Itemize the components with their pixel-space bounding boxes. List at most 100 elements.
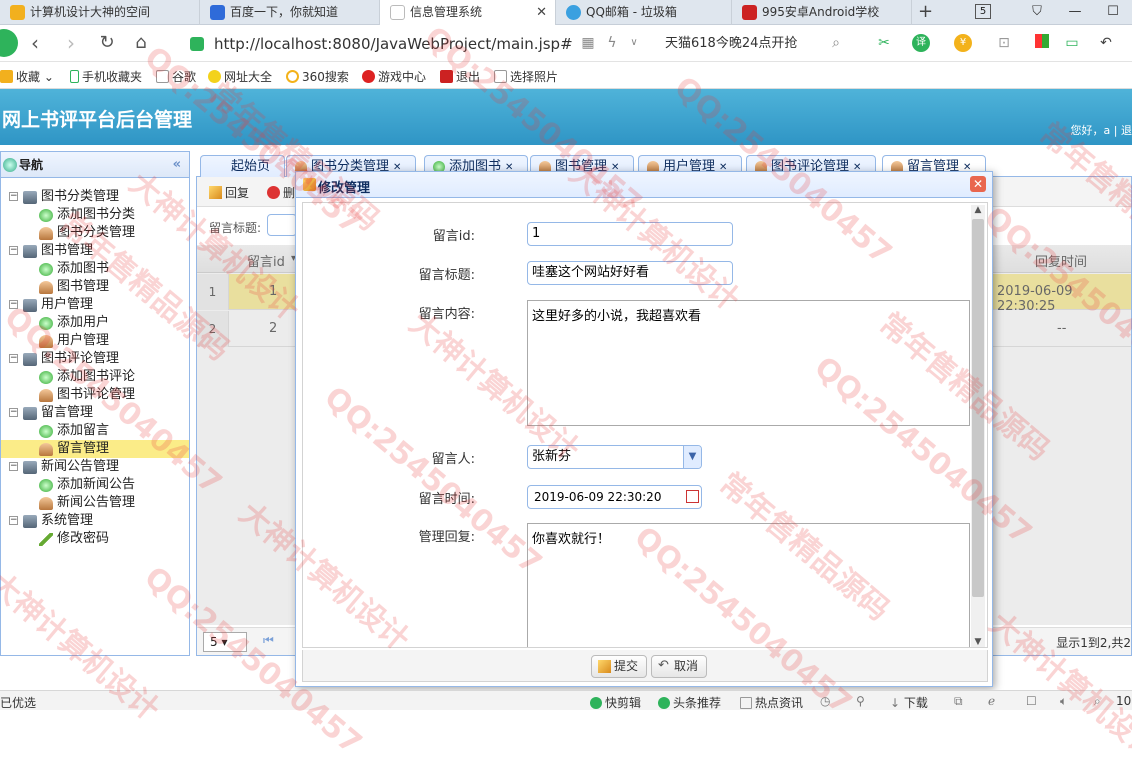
tab-count-badge[interactable]: 5 [975,4,991,19]
submit-button[interactable]: 提交 [591,655,648,678]
nav-tree-item[interactable]: 图书分类管理 [1,224,189,242]
browser-tab-1[interactable]: 计算机设计大神的空间 [0,0,200,25]
search-title-input[interactable] [267,214,297,236]
status-download[interactable]: ↓ 下载 [890,694,928,711]
dropdown-icon[interactable]: ∨ [624,34,644,52]
reply-button[interactable]: 回复 [209,184,249,201]
bookmark-hao[interactable]: 网址大全 [208,68,272,85]
window-icon[interactable]: ☐ [1026,694,1037,708]
nav-tree-item[interactable]: 添加图书评论 [1,368,189,386]
bookmark-exit[interactable]: 退出 [440,68,480,85]
home-icon[interactable]: ⌂ [128,31,154,55]
bookmark-games[interactable]: 游戏中心 [362,68,426,85]
browser-tab-active[interactable]: 信息管理系统 ✕ [380,0,556,26]
battery-icon[interactable]: ▭ [1062,34,1082,52]
search-icon[interactable]: ⌕ [826,34,846,52]
translate-icon[interactable]: 译 [912,34,930,52]
bookmark-favorites[interactable]: 收藏 ⌄ [0,68,54,85]
nav-tree-item[interactable]: − 图书评论管理 [1,350,189,368]
nav-tree-label: 图书评论管理 [57,387,136,402]
bookmark-360[interactable]: 360搜索 [286,68,349,85]
message-person-select[interactable]: 张新芬 ▼ [527,445,702,469]
browser-tab-2[interactable]: 百度一下，你就知道 [200,0,380,25]
message-id-field[interactable]: 1 [527,222,733,246]
bookmark-mobile[interactable]: 手机收藏夹 [70,68,142,85]
apps-icon[interactable] [1032,34,1052,52]
coin-icon[interactable]: ¥ [954,34,972,52]
qr-icon[interactable]: ▦ [578,34,598,52]
cancel-button[interactable]: ↶ 取消 [651,655,708,678]
nav-tree-item[interactable]: 用户管理 [1,332,189,350]
speed-icon[interactable]: ◷ [820,694,830,708]
nav-tree-item[interactable]: − 图书管理 [1,242,189,260]
scroll-up-icon[interactable]: ▲ [971,205,985,215]
collapse-tree-icon[interactable]: − [9,300,18,309]
dialog-scrollbar[interactable]: ▲ ▼ [971,205,985,647]
undo-icon[interactable]: ↶ [1096,34,1116,52]
tab-home[interactable]: 起始页 [200,155,286,178]
scissors-icon[interactable]: ✂ [874,34,894,52]
chevron-down-icon[interactable]: ▼ [683,446,701,468]
flash-icon[interactable]: ϟ [602,34,622,52]
tab-close-icon[interactable]: ✕ [536,0,547,25]
collapse-tree-icon[interactable]: − [9,408,18,417]
maximize-icon[interactable]: ☐ [1094,0,1132,25]
status-headlines[interactable]: 头条推荐 [658,694,721,711]
message-content-textarea[interactable]: 这里好多的小说，我超喜欢看 [527,300,970,426]
status-quick-clip[interactable]: 快剪辑 [590,694,641,711]
browser-tab-4[interactable]: QQ邮箱 - 垃圾箱 [556,0,732,25]
forward-icon[interactable]: › [58,31,84,55]
page-size-select[interactable]: 5 ▾ [203,632,247,652]
nav-tree-item[interactable]: − 新闻公告管理 [1,458,189,476]
search-promo-text[interactable]: 天猫618今晚24点开抢 [665,32,845,56]
star-icon [0,70,13,83]
collapse-tree-icon[interactable]: − [9,246,18,255]
ie-icon[interactable]: ℯ [988,694,995,708]
nav-tree-item[interactable]: 添加图书分类 [1,206,189,224]
zoom-icon[interactable]: ⌕ [1094,694,1101,709]
minimize-icon[interactable]: — [1056,0,1094,25]
collapse-icon[interactable]: « [173,152,181,178]
new-tab-button[interactable]: + [918,0,933,24]
zoom-level[interactable]: 10 [1116,694,1131,708]
nav-tree-item[interactable]: − 系统管理 [1,512,189,530]
bookmark-google[interactable]: 谷歌 [156,68,196,85]
back-icon[interactable]: ‹ [22,31,48,55]
nav-tree-item[interactable]: 图书评论管理 [1,386,189,404]
nav-tree-item[interactable]: 修改密码 [1,530,189,548]
collapse-tree-icon[interactable]: − [9,516,18,525]
reload-icon[interactable]: ↻ [94,31,120,55]
message-title-field[interactable]: 哇塞这个网站好好看 [527,261,733,285]
nav-tree-item[interactable]: 新闻公告管理 [1,494,189,512]
nav-tree-item[interactable]: 添加新闻公告 [1,476,189,494]
nav-tree-item[interactable]: 添加用户 [1,314,189,332]
nav-tree-item[interactable]: 添加图书 [1,260,189,278]
collapse-tree-icon[interactable]: − [9,354,18,363]
nav-tree-item[interactable]: − 用户管理 [1,296,189,314]
calendar-icon[interactable] [686,490,699,503]
pin-icon[interactable]: ⚲ [856,694,865,708]
volume-icon[interactable]: 🔈︎ [1060,694,1067,709]
first-page-icon[interactable]: ⏮ [263,633,274,648]
sidebar-icon[interactable]: ⧉ [954,694,963,709]
status-hot-news[interactable]: 热点资讯 [740,694,803,711]
bookmark-photo[interactable]: 选择照片 [494,68,558,85]
welcome-text[interactable]: 您好，a | 退 [1071,122,1132,138]
close-icon[interactable]: ✕ [970,176,986,192]
admin-reply-textarea[interactable]: 你喜欢就行！ [527,523,970,647]
message-time-field[interactable]: 2019-06-09 22:30:20 [527,485,702,509]
edit-icon [209,186,222,199]
collapse-tree-icon[interactable]: − [9,192,18,201]
nav-tree-item[interactable]: 图书管理 [1,278,189,296]
shirt-icon[interactable]: ⛉ [1018,0,1056,25]
screenshot-icon[interactable]: ⊡ [994,34,1014,52]
collapse-tree-icon[interactable]: − [9,462,18,471]
nav-tree-item[interactable]: 留言管理 [1,440,189,458]
nav-tree-item[interactable]: − 图书分类管理 [1,188,189,206]
scrollbar-thumb[interactable] [972,219,984,597]
scroll-down-icon[interactable]: ▼ [971,637,985,647]
browser-tab-5[interactable]: 995安卓Android学校 [732,0,912,25]
nav-tree-item[interactable]: − 留言管理 [1,404,189,422]
nav-tree-item[interactable]: 添加留言 [1,422,189,440]
delete-button[interactable]: 删 [267,184,295,201]
